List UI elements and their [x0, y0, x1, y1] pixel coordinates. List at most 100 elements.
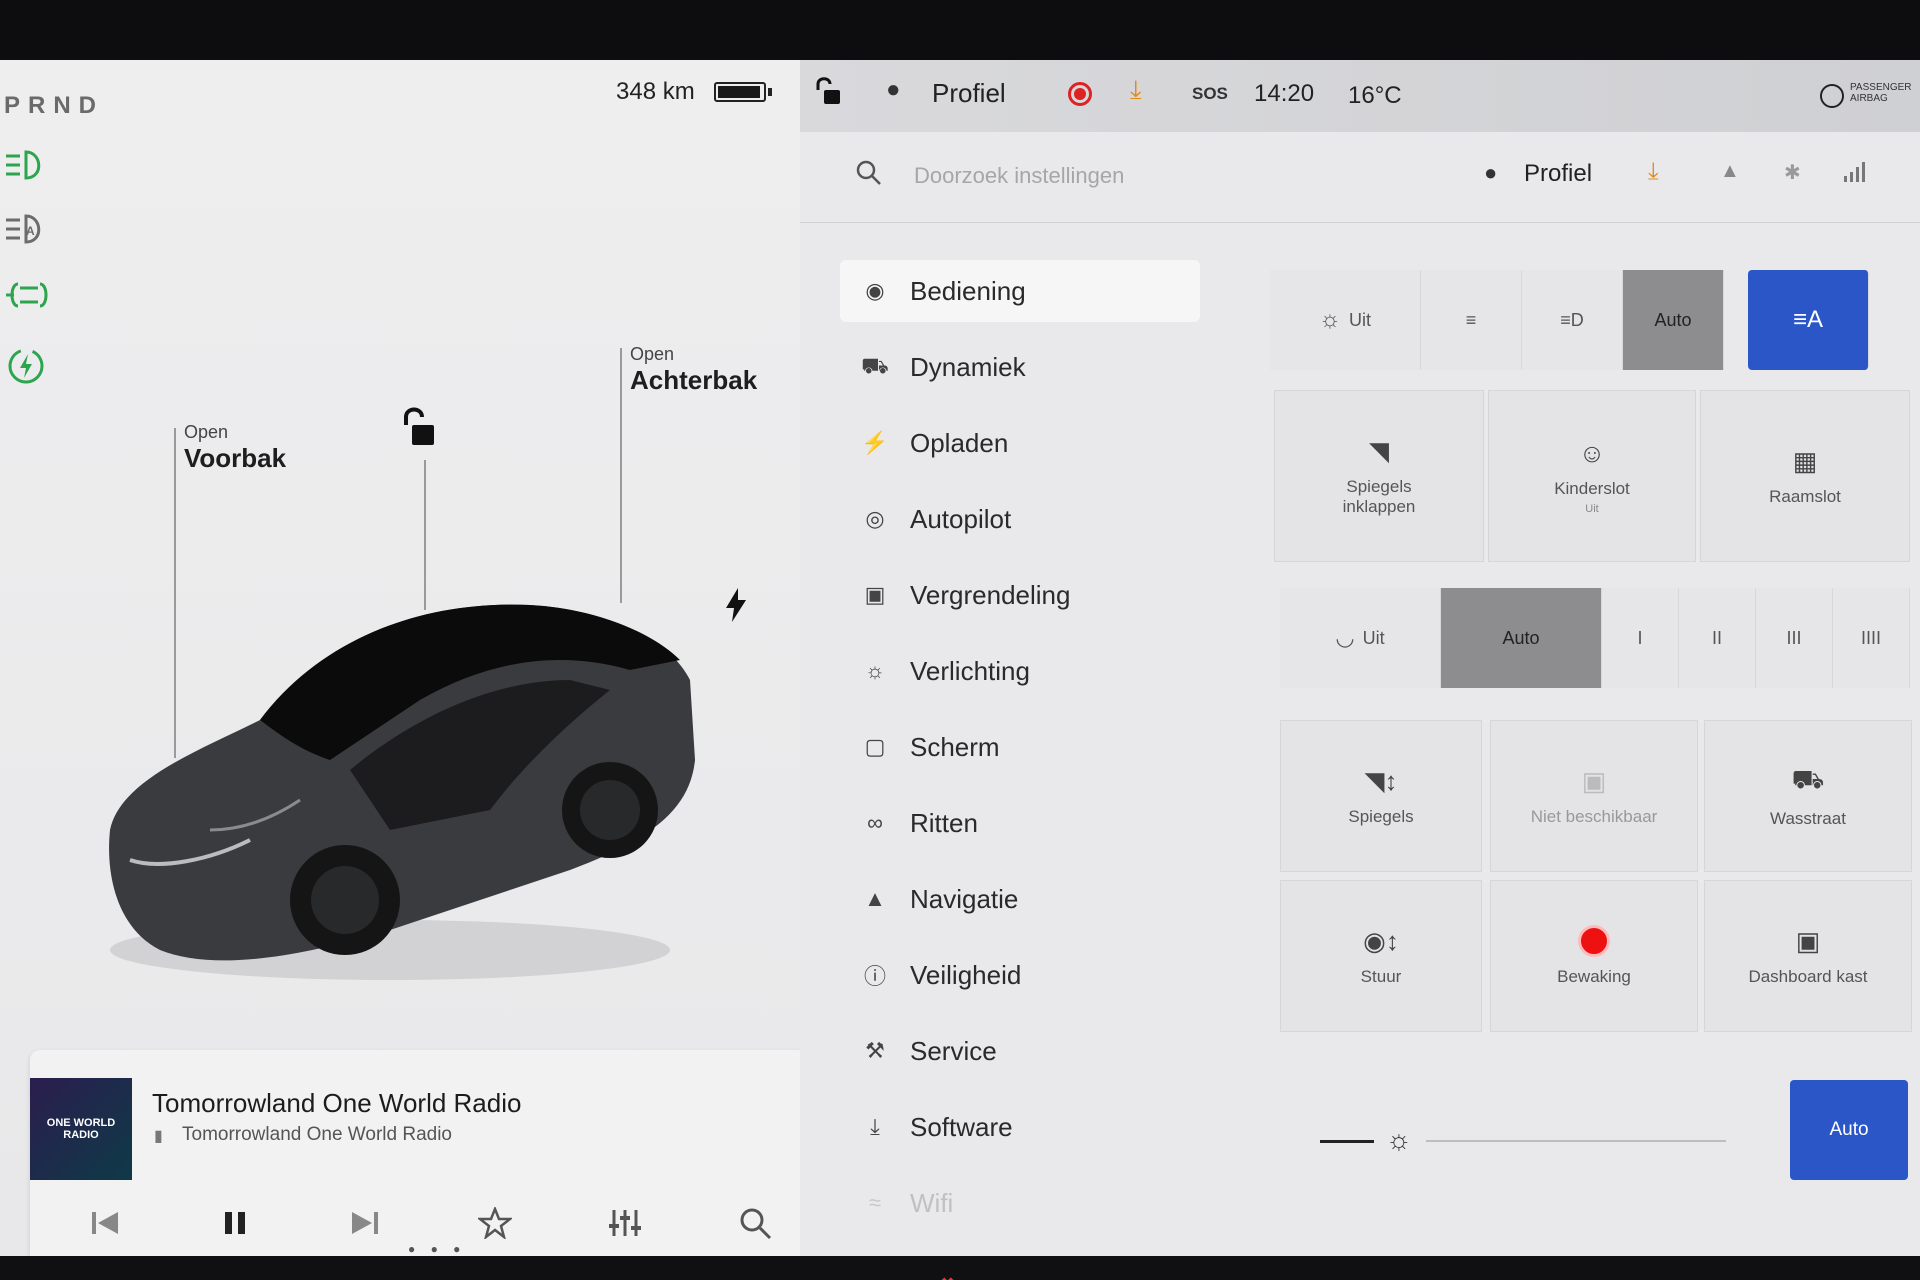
parking-lights-button[interactable]: ≡	[1421, 270, 1522, 370]
bell-icon[interactable]: ▲	[1720, 160, 1740, 183]
menu-item-dynamiek[interactable]: ⛟ Dynamiek	[840, 336, 1200, 398]
svg-text:A: A	[26, 224, 35, 238]
menu-item-autopilot[interactable]: ◎ Autopilot	[840, 488, 1200, 550]
vehicle-screen: PRND 348 km A Open Voorbak Open Achterba…	[0, 60, 1920, 1280]
dashcam-record-icon[interactable]	[1068, 82, 1092, 106]
car-model-image[interactable]	[90, 530, 710, 1000]
media-title: Tomorrowland One World Radio	[152, 1088, 522, 1118]
car-wash-icon: ⛟	[1791, 763, 1825, 794]
profile-icon[interactable]: ●	[886, 76, 901, 104]
wipers-off-button[interactable]: ◡ Uit	[1280, 588, 1441, 688]
navigation-icon: ▲	[864, 886, 886, 911]
settings-search-input[interactable]	[912, 158, 1356, 194]
display-auto-button[interactable]: Auto	[1790, 1080, 1908, 1180]
wiper-speed-2[interactable]: II	[1679, 588, 1756, 688]
menu-item-service[interactable]: ⚒ Service	[840, 1020, 1200, 1082]
menu-item-opladen[interactable]: ⚡ Opladen	[840, 412, 1200, 474]
wiper-icon: ◡	[1335, 625, 1355, 650]
battery-tip	[768, 88, 772, 96]
steering-wheel-icon: ◉↕	[1363, 925, 1399, 956]
steering-adjust-button[interactable]: ◉↕ Stuur	[1280, 880, 1482, 1032]
profile-button[interactable]: Profiel	[932, 78, 1006, 109]
window-lock-button[interactable]: ▦ Raamslot	[1700, 390, 1910, 562]
brightness-sun-icon: ☼	[1386, 1124, 1412, 1155]
bluetooth-icon[interactable]: ✱	[1784, 160, 1801, 185]
settings-menu: ◉ Bediening ⛟ Dynamiek ⚡ Opladen ◎ Autopilot ▣ Ve…	[840, 260, 1200, 1248]
menu-item-wifi[interactable]: ≈ Wifi	[840, 1172, 1200, 1234]
child-lock-icon: ☺	[1578, 437, 1606, 468]
car-panel: PRND 348 km A Open Voorbak Open Achterba…	[0, 60, 808, 1280]
menu-item-label: Wifi	[910, 1187, 954, 1218]
sentry-record-icon	[1578, 925, 1610, 957]
display-brightness-slider[interactable]: ☼	[1290, 1100, 1730, 1180]
menu-item-ritten[interactable]: ∞ Ritten	[840, 792, 1200, 854]
menu-item-bediening[interactable]: ◉ Bediening	[840, 260, 1200, 322]
profile-button[interactable]: Profiel	[1524, 160, 1592, 188]
menu-item-label: Ritten	[910, 807, 978, 838]
unlock-icon[interactable]	[398, 405, 438, 454]
media-player: ONE WORLD RADIO Tomorrowland One World R…	[30, 1050, 808, 1265]
trunk-label[interactable]: Open Achterbak	[630, 344, 757, 396]
info-icon[interactable]: ⓘ	[1356, 1274, 1384, 1280]
lock-icon: ▣	[864, 582, 886, 607]
wiper-speed-1[interactable]: I	[1602, 588, 1679, 688]
screen-icon: ▢	[864, 734, 886, 759]
unlock-status-icon[interactable]	[814, 76, 842, 113]
download-icon: ⤓	[870, 1114, 880, 1139]
auto-high-beam-button[interactable]: ≡A	[1748, 270, 1869, 370]
calendar-icon[interactable]: ▦	[1150, 1274, 1176, 1280]
menu-item-vergrendeling[interactable]: ▣ Vergrendeling	[840, 564, 1200, 626]
media-search-icon[interactable]	[730, 1198, 780, 1248]
menu-item-veiligheid[interactable]: ⓘ Veiligheid	[840, 944, 1200, 1006]
spotify-icon[interactable]: ●	[1050, 1274, 1067, 1280]
menu-item-label: Opladen	[910, 427, 1009, 458]
dashcam-error-icon[interactable]: ✖	[940, 1274, 955, 1280]
toggle-icon: ◉	[865, 278, 885, 303]
profile-icon[interactable]: ●	[1484, 160, 1497, 186]
steering-wheel-icon: ◎	[865, 506, 885, 531]
download-icon[interactable]: ⤓	[1130, 74, 1142, 106]
lights-off-button[interactable]: ☼ Uit	[1270, 270, 1421, 370]
radio-source-icon: ▮	[154, 1128, 163, 1145]
wiper-speed-4[interactable]: IIII	[1833, 588, 1910, 688]
sentry-mode-button[interactable]: Bewaking	[1490, 880, 1698, 1032]
parking-light-icon	[4, 278, 50, 316]
trips-icon: ∞	[867, 810, 883, 835]
fold-mirrors-button[interactable]: ◥ Spiegels inklappen	[1274, 390, 1484, 562]
favorite-icon[interactable]	[470, 1198, 520, 1248]
equalizer-icon[interactable]	[600, 1198, 650, 1248]
volume-icon[interactable]: 🔈	[1616, 1274, 1651, 1280]
menu-item-software[interactable]: ⤓ Software	[840, 1096, 1200, 1158]
brightness-track[interactable]	[1426, 1140, 1726, 1142]
more-apps-icon[interactable]: ⋯	[1256, 1274, 1284, 1280]
airbag-icon	[1820, 84, 1844, 108]
menu-item-scherm[interactable]: ▢ Scherm	[840, 716, 1200, 778]
glovebox-button[interactable]: ▣ Dashboard kast	[1704, 880, 1912, 1032]
sos-icon[interactable]: SOS	[1192, 84, 1228, 104]
auto-high-beam-icon: ≡A	[1792, 306, 1823, 333]
low-beam-button[interactable]: ≡D	[1522, 270, 1623, 370]
child-lock-button[interactable]: ☺ Kinderslot Uit	[1488, 390, 1696, 562]
parking-light-icon: ≡	[1465, 309, 1477, 330]
search-icon[interactable]	[856, 160, 882, 193]
pause-icon[interactable]	[210, 1198, 260, 1248]
menu-item-navigatie[interactable]: ▲ Navigatie	[840, 868, 1200, 930]
headlight-icon: ≡D	[1560, 309, 1584, 330]
wipers-auto-button[interactable]: Auto	[1441, 588, 1602, 688]
menu-item-label: Verlichting	[910, 655, 1030, 686]
menu-item-label: Bediening	[910, 275, 1026, 306]
menu-item-verlichting[interactable]: ☼ Verlichting	[840, 640, 1200, 702]
media-subtitle: Tomorrowland One World Radio	[182, 1124, 452, 1145]
car-wash-button[interactable]: ⛟ Wasstraat	[1704, 720, 1912, 872]
mirrors-adjust-button[interactable]: ◥↕ Spiegels	[1280, 720, 1482, 872]
safety-icon: ⓘ	[863, 964, 886, 989]
next-icon[interactable]	[340, 1198, 390, 1248]
lights-auto-button[interactable]: Auto	[1623, 270, 1724, 370]
previous-icon[interactable]	[80, 1198, 130, 1248]
frunk-label[interactable]: Open Voorbak	[184, 422, 286, 474]
wiper-speed-3[interactable]: III	[1756, 588, 1833, 688]
album-art[interactable]: ONE WORLD RADIO	[30, 1078, 132, 1180]
download-icon[interactable]: ⤓	[1648, 158, 1659, 186]
charge-port-bolt-icon[interactable]	[724, 588, 748, 627]
headlight-controls: ☼ Uit ≡ ≡D Auto ≡A	[1270, 270, 1869, 370]
